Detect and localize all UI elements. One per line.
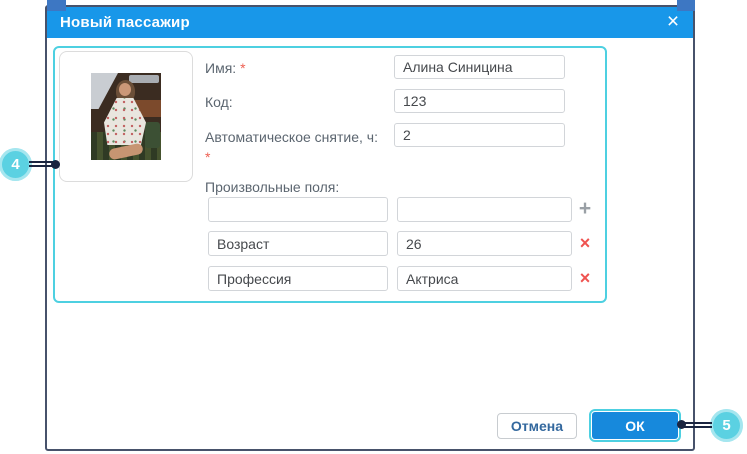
custom-field-value-input[interactable]	[397, 231, 572, 256]
remove-custom-field-icon[interactable]: ×	[574, 266, 596, 291]
auto-remove-label: Автоматическое снятие, ч: *	[205, 127, 381, 167]
code-input[interactable]	[394, 89, 565, 113]
close-icon[interactable]: ×	[661, 10, 685, 34]
photo-pillow	[145, 122, 160, 148]
name-label: Имя: *	[205, 58, 246, 78]
auto-remove-label-text: Автоматическое снятие, ч:	[205, 129, 378, 145]
corner-accent-right	[677, 0, 695, 11]
new-passenger-dialog: Новый пассажир × Имя: * Код: Автоматичес…	[45, 5, 695, 451]
custom-field-name-input[interactable]	[208, 231, 388, 256]
custom-fields-label: Произвольные поля:	[205, 179, 340, 195]
remove-custom-field-icon[interactable]: ×	[574, 231, 596, 256]
callout-badge-4: 4	[0, 148, 32, 181]
code-label: Код:	[205, 92, 233, 112]
passenger-photo	[91, 73, 161, 160]
custom-field-value-input[interactable]	[397, 266, 572, 291]
callout-badge-5: 5	[710, 409, 743, 442]
corner-accent-left	[47, 0, 66, 11]
name-label-text: Имя:	[205, 60, 237, 76]
cancel-button[interactable]: Отмена	[497, 413, 577, 439]
callout-dot-4	[51, 160, 60, 169]
callout-dot-5	[677, 420, 686, 429]
custom-field-value-input[interactable]	[397, 197, 572, 222]
dialog-title: Новый пассажир	[60, 14, 190, 31]
add-custom-field-icon[interactable]: +	[574, 197, 596, 222]
name-required-mark: *	[240, 60, 246, 76]
custom-field-name-input[interactable]	[208, 197, 388, 222]
passenger-photo-frame[interactable]	[59, 51, 193, 182]
auto-remove-input[interactable]	[394, 123, 565, 147]
callout-connector-5	[684, 422, 712, 428]
passenger-form-group: Имя: * Код: Автоматическое снятие, ч: * …	[53, 46, 607, 303]
photo-person-face	[119, 83, 131, 96]
code-label-text: Код:	[205, 94, 233, 110]
photo-rack	[129, 75, 159, 83]
dialog-header: Новый пассажир	[47, 7, 693, 38]
ok-button[interactable]: ОК	[589, 409, 681, 442]
custom-field-name-input[interactable]	[208, 266, 388, 291]
name-input[interactable]	[394, 55, 565, 79]
callout-connector-4	[29, 161, 53, 167]
auto-remove-required-mark: *	[205, 149, 211, 165]
